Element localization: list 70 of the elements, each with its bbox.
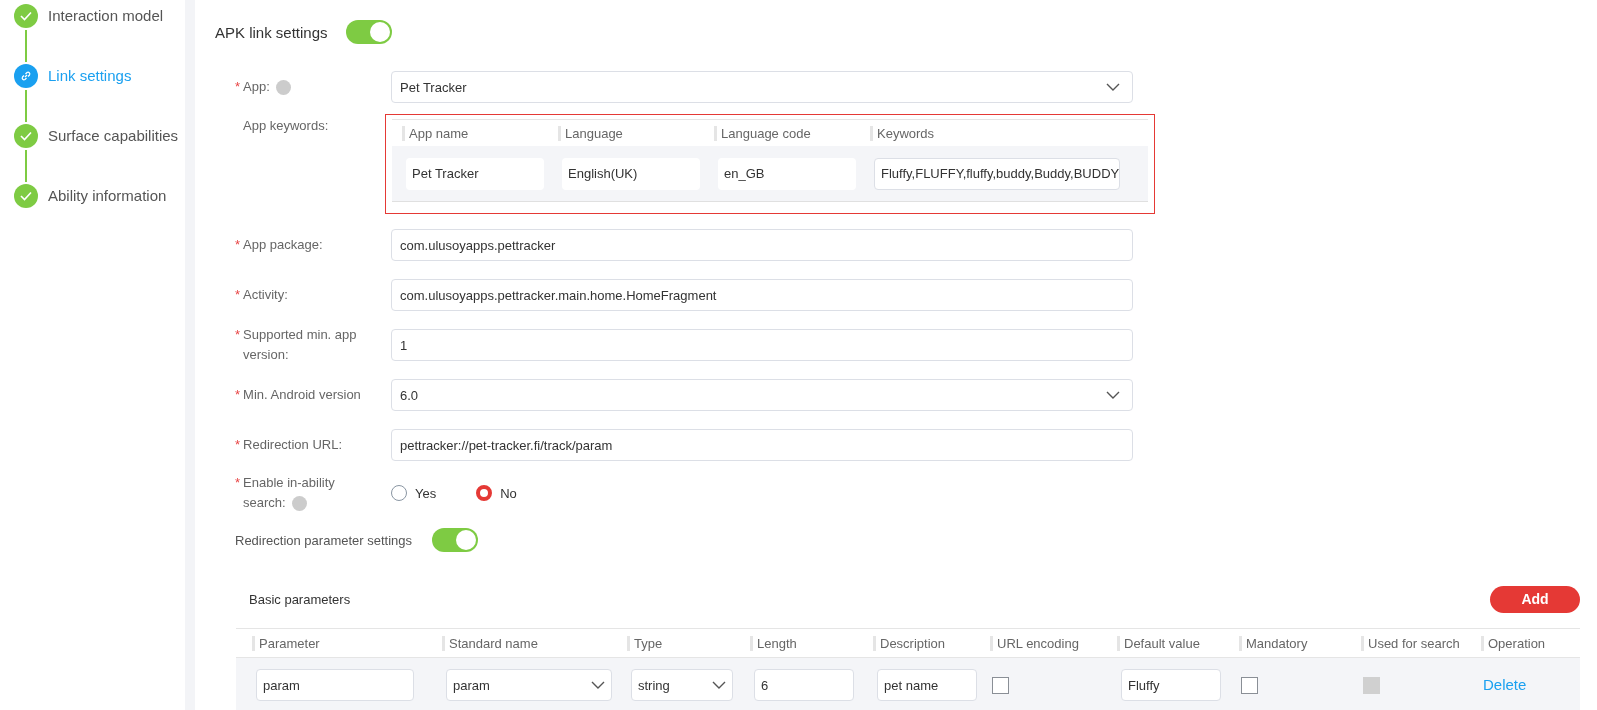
help-icon[interactable]	[275, 80, 291, 96]
required-mark: *	[235, 326, 241, 344]
radio-label: No	[500, 485, 517, 501]
column-header: Description	[873, 636, 946, 651]
column-header: Keywords	[870, 126, 935, 141]
check-icon	[20, 191, 32, 201]
check-icon	[20, 11, 32, 21]
column-header: Mandatory	[1239, 636, 1308, 651]
column-header: Language	[558, 126, 623, 141]
text-field[interactable]: en_GB	[718, 157, 856, 190]
text-field[interactable]: param	[256, 669, 414, 701]
text-field[interactable]: Fluffy	[1121, 669, 1221, 701]
check-icon	[20, 131, 32, 141]
dropdown-field[interactable]: param	[446, 669, 612, 701]
section-title: Basic parameters	[249, 591, 351, 607]
field-label: Supported min. app version:	[243, 326, 358, 364]
required-mark: *	[235, 474, 241, 492]
column-header: Standard name	[442, 636, 538, 651]
checkbox[interactable]	[992, 676, 1009, 694]
field-label: App package:	[243, 236, 323, 254]
column-header: Language code	[714, 126, 811, 141]
column-header: Parameter	[252, 636, 320, 651]
help-icon[interactable]	[291, 496, 307, 512]
radio-button[interactable]	[476, 485, 493, 501]
toggle-switch[interactable]	[432, 528, 479, 552]
radio-button[interactable]	[391, 485, 407, 501]
toggle-switch[interactable]	[345, 20, 392, 44]
checkbox[interactable]	[1241, 676, 1258, 694]
dropdown-field[interactable]: string	[631, 669, 733, 701]
section-label: Redirection parameter settings	[235, 532, 413, 548]
field-label: App keywords:	[242, 117, 330, 135]
dropdown-field[interactable]: 6.0	[391, 379, 1133, 411]
text-field[interactable]: 1	[391, 329, 1133, 361]
column-header: Type	[627, 636, 663, 651]
column-header: App name	[402, 126, 469, 141]
text-field[interactable]: 6	[754, 669, 854, 701]
chevron-down-icon	[1106, 391, 1120, 399]
field-label: Min. Android version	[243, 386, 361, 404]
chevron-down-icon	[1106, 83, 1120, 91]
column-header: Length	[750, 636, 797, 651]
required-mark: *	[235, 386, 241, 404]
text-field[interactable]: com.ulusoyapps.pettracker.main.home.HomeFragment	[391, 279, 1133, 311]
dropdown-field[interactable]: Pet Tracker	[391, 71, 1133, 103]
text-field[interactable]: Pet Tracker	[406, 157, 544, 190]
field-label: Redirection URL:	[243, 436, 343, 454]
required-mark: *	[235, 236, 241, 254]
field-label: Enable in-ability search:	[243, 474, 336, 513]
text-field[interactable]: pet name	[877, 669, 977, 701]
text-field[interactable]: English(UK)	[562, 157, 700, 190]
column-header: Default value	[1117, 636, 1200, 651]
radio-label: Yes	[415, 485, 437, 501]
field-label: App:	[243, 77, 291, 97]
column-header: Used for search	[1361, 636, 1460, 651]
add-button[interactable]: Add	[1490, 585, 1580, 613]
step-label[interactable]: Interaction model	[48, 4, 164, 28]
required-mark: *	[235, 78, 241, 96]
column-header: Operation	[1481, 636, 1546, 651]
step-label[interactable]: Ability information	[48, 184, 167, 208]
link-icon	[20, 70, 32, 82]
chevron-down-icon	[591, 681, 605, 689]
text-field[interactable]: Fluffy,FLUFFY,fluffy,buddy,Buddy,BUDDY	[874, 157, 1120, 190]
column-header: URL encoding	[990, 636, 1079, 651]
required-mark: *	[235, 436, 241, 454]
step-label[interactable]: Surface capabilities	[48, 124, 179, 148]
chevron-down-icon	[712, 681, 726, 689]
required-mark: *	[235, 286, 241, 304]
text-field[interactable]: com.ulusoyapps.pettracker	[391, 229, 1133, 261]
field-label: Activity:	[243, 286, 288, 304]
section-title: APK link settings	[215, 23, 328, 41]
text-field[interactable]: pettracker://pet-tracker.fi/track/param	[391, 429, 1133, 461]
